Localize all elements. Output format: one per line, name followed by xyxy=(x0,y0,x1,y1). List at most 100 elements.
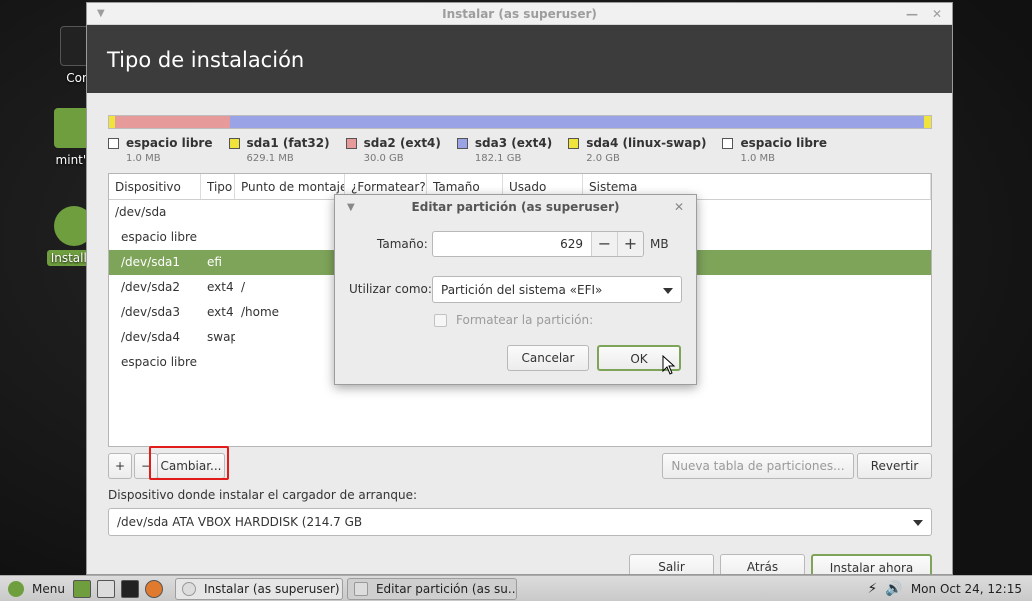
legend-item: sda2 (ext4) 30.0 GB xyxy=(345,136,441,164)
firefox-icon[interactable] xyxy=(144,579,163,598)
network-icon[interactable]: ⚡ xyxy=(868,581,878,597)
legend-swatch xyxy=(456,137,468,149)
size-spinbox[interactable]: 629 − + xyxy=(432,231,644,257)
legend-swatch xyxy=(345,137,357,149)
legend-size: 1.0 MB xyxy=(126,153,161,164)
add-partition-button[interactable]: + xyxy=(108,453,132,479)
dialog-menu-icon[interactable]: ▼ xyxy=(347,195,355,220)
use-as-select[interactable]: Partición del sistema «EFI» xyxy=(432,276,682,303)
table-cell-device: espacio libre xyxy=(121,355,198,369)
bootloader-label: Dispositivo donde instalar el cargador d… xyxy=(108,488,418,502)
table-cell-type: ext4 xyxy=(207,305,234,319)
column-header[interactable]: Punto de montaje xyxy=(235,174,345,199)
legend-name: espacio libre xyxy=(126,136,213,150)
cancel-button[interactable]: Cancelar xyxy=(507,345,589,371)
window-title: Instalar (as superuser) xyxy=(442,7,597,21)
table-cell-device: /dev/sda2 xyxy=(121,280,181,294)
use-as-value: Partición del sistema «EFI» xyxy=(441,283,603,297)
column-header[interactable]: Tipo xyxy=(201,174,235,199)
legend-size: 2.0 GB xyxy=(586,153,620,164)
legend-name: sda2 (ext4) xyxy=(363,136,441,150)
minimize-icon[interactable]: — xyxy=(906,3,918,25)
size-label: Tamaño: xyxy=(377,237,428,251)
partition-bar-segment xyxy=(923,116,931,128)
close-icon[interactable]: ✕ xyxy=(932,3,942,25)
increment-button[interactable]: + xyxy=(617,232,643,256)
bootloader-device-select[interactable]: /dev/sda ATA VBOX HARDDISK (214.7 GB xyxy=(108,508,932,536)
table-cell-type xyxy=(201,225,235,250)
legend-size: 629.1 MB xyxy=(246,153,294,164)
legend-item: sda4 (linux-swap) 2.0 GB xyxy=(568,136,706,164)
size-unit: MB xyxy=(650,237,669,251)
table-cell-device: /dev/sda4 xyxy=(121,330,181,344)
revert-button[interactable]: Revertir xyxy=(857,453,932,479)
decrement-button[interactable]: − xyxy=(591,232,617,256)
clock[interactable]: Mon Oct 24, 12:15 xyxy=(911,582,1022,596)
back-button[interactable]: Atrás xyxy=(720,554,805,574)
partition-bar-segment xyxy=(115,116,230,128)
table-cell-type xyxy=(201,350,235,375)
table-cell-mount xyxy=(235,325,345,350)
chevron-down-icon xyxy=(663,288,673,294)
legend-size: 182.1 GB xyxy=(474,153,522,164)
legend-name: sda4 (linux-swap) xyxy=(586,136,707,150)
chevron-down-icon xyxy=(913,520,923,526)
legend-swatch xyxy=(228,137,240,149)
table-cell-mount xyxy=(235,200,345,225)
taskbar: Menu Instalar (as superuser) Editar part… xyxy=(0,575,1032,601)
show-desktop-icon[interactable] xyxy=(72,579,91,598)
window-titlebar[interactable]: ▼ Instalar (as superuser) — ✕ xyxy=(87,3,952,25)
partition-bar-segment xyxy=(229,116,924,128)
dialog-task-icon xyxy=(353,581,368,596)
dialog-titlebar[interactable]: ▼ Editar partición (as superuser) ✕ xyxy=(335,195,696,220)
page-title: Tipo de instalación xyxy=(87,25,952,93)
column-header[interactable]: Dispositivo xyxy=(109,174,201,199)
partition-legend: espacio libre 1.0 MB sda1 (fat32) 629.1 MB s… xyxy=(108,136,843,164)
table-cell-mount xyxy=(235,350,345,375)
table-cell-type: efi xyxy=(207,255,222,269)
legend-swatch xyxy=(568,137,580,149)
table-cell-device: espacio libre xyxy=(121,230,198,244)
legend-name: sda3 (ext4) xyxy=(474,136,553,150)
table-cell-type: ext4 xyxy=(207,280,234,294)
format-checkbox[interactable] xyxy=(434,314,447,327)
edit-partition-dialog: ▼ Editar partición (as superuser) ✕ Tama… xyxy=(334,194,697,385)
menu-label: Menu xyxy=(32,581,65,596)
size-input[interactable]: 629 xyxy=(433,232,591,256)
dialog-close-icon[interactable]: ✕ xyxy=(674,195,684,220)
window-menu-icon[interactable]: ▼ xyxy=(97,3,105,25)
legend-item: sda1 (fat32) 629.1 MB xyxy=(228,136,330,164)
legend-item: espacio libre 1.0 MB xyxy=(108,136,213,164)
legend-item: espacio libre 1.0 MB xyxy=(722,136,827,164)
legend-swatch xyxy=(722,137,734,149)
new-partition-table-button[interactable]: Nueva tabla de particiones... xyxy=(662,453,854,479)
terminal-icon[interactable] xyxy=(120,579,139,598)
quit-button[interactable]: Salir xyxy=(629,554,714,574)
use-as-label: Utilizar como: xyxy=(349,282,432,296)
dialog-title: Editar partición (as superuser) xyxy=(411,200,620,214)
task-edit-partition[interactable]: Editar partición (as su... xyxy=(346,577,517,600)
legend-size: 30.0 GB xyxy=(363,153,404,164)
legend-swatch xyxy=(108,137,119,149)
task-edit-partition-label: Editar partición (as su... xyxy=(375,581,517,596)
volume-icon[interactable]: 🔊 xyxy=(885,581,902,597)
legend-size: 1.0 MB xyxy=(740,153,776,164)
table-cell-mount xyxy=(235,250,345,275)
install-now-button[interactable]: Instalar ahora xyxy=(811,554,932,574)
table-cell-type xyxy=(201,200,235,225)
legend-item: sda3 (ext4) 182.1 GB xyxy=(456,136,553,164)
task-installer[interactable]: Instalar (as superuser) xyxy=(174,577,343,600)
table-cell-mount: /home xyxy=(241,305,280,319)
mint-logo-icon xyxy=(8,580,24,597)
menu-button[interactable]: Menu xyxy=(0,578,73,600)
table-cell-device: /dev/sda xyxy=(115,205,167,219)
table-cell-mount xyxy=(235,225,345,250)
installer-task-icon xyxy=(181,581,196,596)
table-cell-mount: / xyxy=(241,280,246,294)
legend-name: espacio libre xyxy=(740,136,827,150)
format-label: Formatear la partición: xyxy=(456,313,594,327)
table-cell-device: /dev/sda1 xyxy=(121,255,181,269)
table-cell-type: swap xyxy=(207,330,235,344)
table-cell-device: /dev/sda3 xyxy=(121,305,181,319)
files-icon[interactable] xyxy=(96,579,115,598)
